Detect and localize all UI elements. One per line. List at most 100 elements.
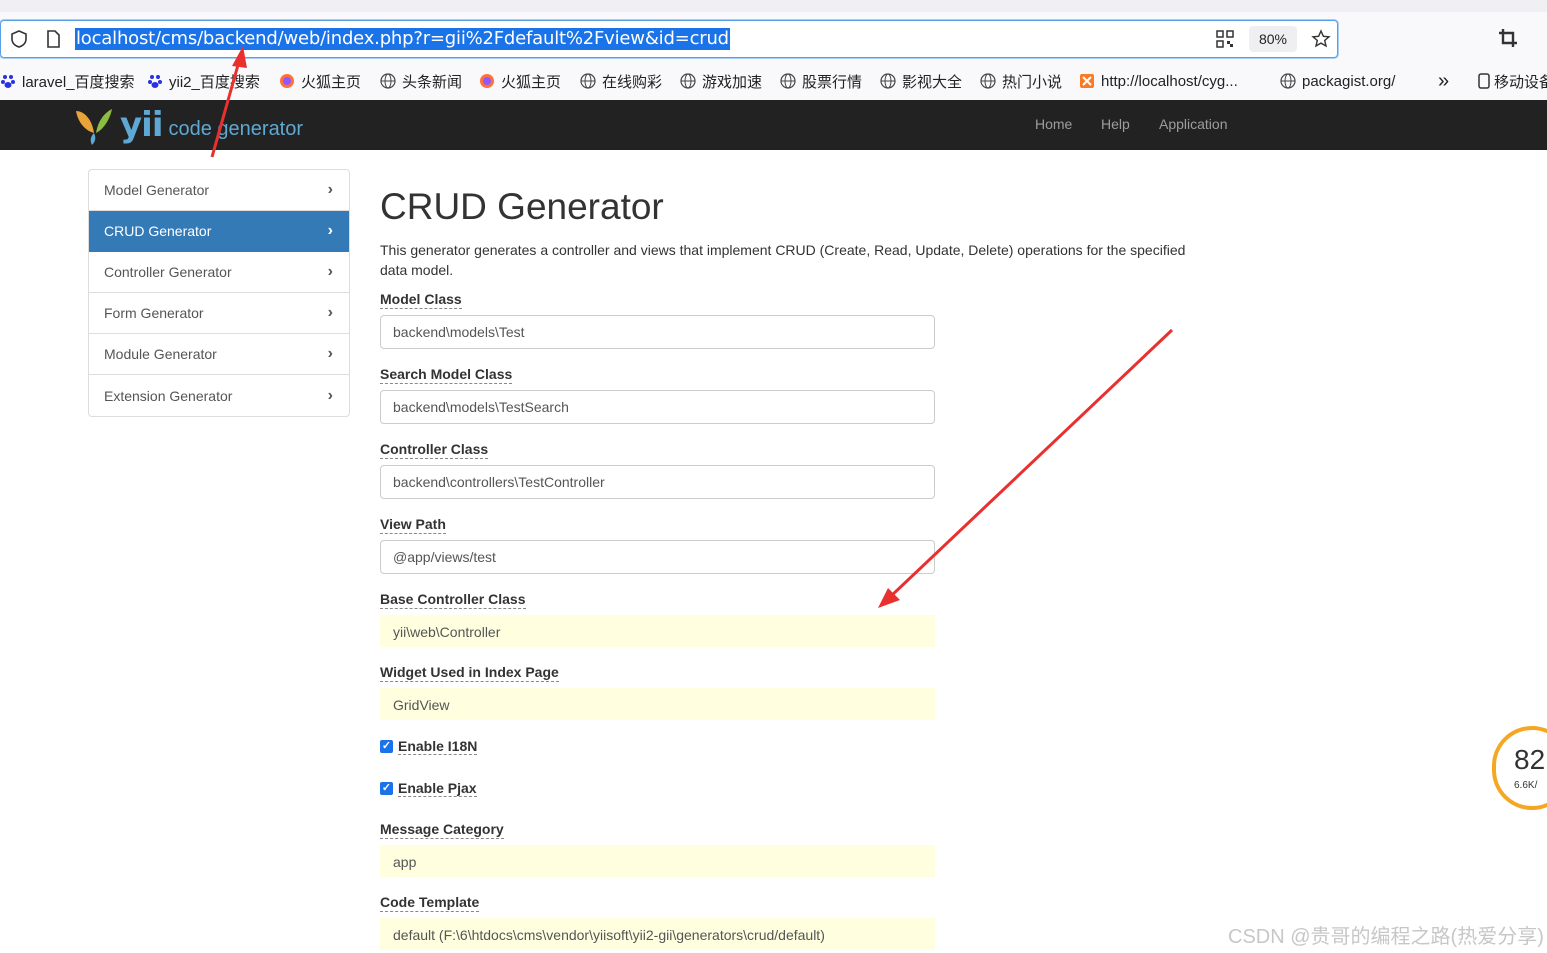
- network-speed-widget[interactable]: 82 6.6K/: [1492, 726, 1547, 810]
- bookmark-label: packagist.org/: [1302, 72, 1396, 90]
- page-title: CRUD Generator: [380, 186, 664, 227]
- sidebar-item-crud-generator[interactable]: CRUD Generator ›: [89, 211, 349, 252]
- view-path-input[interactable]: @app/views/test: [380, 540, 935, 574]
- bookmark-label: laravel_百度搜索: [22, 73, 135, 91]
- enable-pjax-checkbox[interactable]: ✓ Enable Pjax: [380, 780, 477, 797]
- yii-leaf-icon: [76, 109, 112, 145]
- chevron-right-icon: ›: [327, 181, 333, 198]
- sidebar-item-controller-generator[interactable]: Controller Generator ›: [89, 252, 349, 293]
- bookmark-label: 影视大全: [902, 73, 963, 91]
- bookmark-item[interactable]: http://localhost/cyg...: [1079, 70, 1238, 92]
- firefox-icon: [280, 74, 294, 88]
- globe-icon: [580, 73, 596, 89]
- bookmark-item[interactable]: 火狐主页: [479, 70, 561, 92]
- nav-application-link[interactable]: Application: [1159, 116, 1228, 132]
- page-icon: [47, 30, 60, 48]
- base-controller-class-label: Base Controller Class: [380, 591, 526, 609]
- globe-icon: [1280, 73, 1296, 89]
- speed-subtext: 6.6K/: [1514, 780, 1538, 791]
- bookmark-label: http://localhost/cyg...: [1101, 72, 1238, 90]
- bookmark-label: 火狐主页: [301, 73, 362, 91]
- code-template-select[interactable]: default (F:\6\htdocs\cms\vendor\yiisoft\…: [380, 918, 935, 950]
- crop-icon[interactable]: [1498, 28, 1518, 48]
- sidebar-item-extension-generator[interactable]: Extension Generator ›: [89, 375, 349, 416]
- widget-used-label: Widget Used in Index Page: [380, 664, 559, 682]
- sidebar-item-label: Extension Generator: [104, 387, 233, 404]
- qr-code-icon[interactable]: [1215, 29, 1235, 49]
- baidu-icon: [148, 75, 162, 88]
- url-text[interactable]: localhost/cms/backend/web/index.php?r=gi…: [75, 28, 730, 50]
- bookmark-item[interactable]: 热门小说: [980, 70, 1062, 92]
- zoom-level[interactable]: 80%: [1249, 26, 1297, 52]
- sidebar-item-label: Form Generator: [104, 305, 204, 321]
- sidebar-item-label: Model Generator: [104, 182, 210, 198]
- bookmark-item[interactable]: 在线购彩: [580, 70, 662, 92]
- page-description: This generator generates a controller an…: [380, 242, 1186, 278]
- checkmark-icon[interactable]: ✓: [380, 782, 393, 795]
- bookmark-label: 火狐主页: [501, 73, 562, 91]
- chevron-right-icon: ›: [327, 222, 333, 239]
- search-model-class-label: Search Model Class: [380, 366, 513, 384]
- nav-home-link[interactable]: Home: [1035, 116, 1072, 132]
- nav-help-link[interactable]: Help: [1101, 116, 1130, 132]
- checkmark-icon[interactable]: ✓: [380, 740, 393, 753]
- bookmark-item[interactable]: 游戏加速: [680, 70, 762, 92]
- bookmark-label: yii2_百度搜索: [169, 73, 260, 91]
- view-path-label: View Path: [380, 516, 446, 534]
- chevron-right-icon: ›: [327, 263, 333, 280]
- base-controller-class-input[interactable]: yii\web\Controller: [380, 615, 935, 647]
- sidebar-item-form-generator[interactable]: Form Generator ›: [89, 293, 349, 334]
- bookmark-item[interactable]: 火狐主页: [279, 70, 361, 92]
- code-template-label: Code Template: [380, 894, 480, 912]
- enable-pjax-label: Enable Pjax: [398, 780, 477, 797]
- mobile-bookmarks[interactable]: 移动设备: [1476, 70, 1547, 92]
- logo-subtitle: code generator: [168, 117, 304, 140]
- yii-logo[interactable]: yii code generator: [74, 104, 303, 146]
- enable-i18n-checkbox[interactable]: ✓ Enable I18N: [380, 738, 478, 755]
- globe-icon: [880, 73, 896, 89]
- search-model-class-input[interactable]: backend\models\TestSearch: [380, 390, 935, 424]
- bookmark-item[interactable]: 影视大全: [880, 70, 962, 92]
- widget-used-input[interactable]: GridView: [380, 688, 935, 720]
- bookmarks-bar: laravel_百度搜索 yii2_百度搜索 火狐主页 头条新闻 火狐主页 在线…: [0, 66, 1547, 96]
- globe-icon: [380, 73, 396, 89]
- more-bookmarks-button[interactable]: »: [1438, 70, 1449, 92]
- bookmark-item[interactable]: laravel_百度搜索: [0, 70, 135, 92]
- message-category-label: Message Category: [380, 821, 504, 839]
- model-class-input[interactable]: backend\models\Test: [380, 315, 935, 349]
- star-icon[interactable]: [1311, 29, 1331, 49]
- bookmark-label: 股票行情: [802, 73, 863, 91]
- globe-icon: [980, 73, 996, 89]
- globe-icon: [680, 73, 696, 89]
- xampp-icon: [1080, 74, 1094, 88]
- globe-icon: [780, 73, 796, 89]
- bookmark-item[interactable]: 股票行情: [780, 70, 862, 92]
- address-bar[interactable]: localhost/cms/backend/web/index.php?r=gi…: [0, 20, 1338, 58]
- sidebar-item-label: Controller Generator: [104, 264, 232, 280]
- tab-strip: [0, 0, 1547, 12]
- bookmark-label: 游戏加速: [702, 73, 763, 91]
- bookmark-item[interactable]: 头条新闻: [380, 70, 462, 92]
- chevron-right-icon: ›: [327, 386, 333, 404]
- message-category-input[interactable]: app: [380, 845, 935, 877]
- bookmark-item[interactable]: yii2_百度搜索: [147, 70, 260, 92]
- chevron-right-icon: ›: [327, 304, 333, 321]
- generator-sidebar: Model Generator › CRUD Generator › Control…: [88, 169, 350, 417]
- sidebar-item-label: CRUD Generator: [104, 223, 212, 239]
- csdn-watermark: CSDN @贵哥的编程之路(热爱分享): [1228, 926, 1544, 948]
- model-class-label: Model Class: [380, 291, 462, 309]
- browser-chrome: localhost/cms/backend/web/index.php?r=gi…: [0, 0, 1547, 100]
- sidebar-item-label: Module Generator: [104, 346, 217, 362]
- top-navbar: yii code generator Home Help Application: [0, 100, 1547, 150]
- bookmark-label: 头条新闻: [402, 73, 463, 91]
- logo-text: yii: [120, 105, 163, 145]
- speed-value: 82: [1514, 744, 1546, 775]
- bookmark-label: 热门小说: [1002, 73, 1063, 91]
- bookmark-item[interactable]: packagist.org/: [1280, 70, 1395, 92]
- bookmark-label: 移动设备: [1494, 73, 1547, 91]
- shield-icon[interactable]: [9, 29, 29, 49]
- sidebar-item-module-generator[interactable]: Module Generator ›: [89, 334, 349, 375]
- sidebar-item-model-generator[interactable]: Model Generator ›: [89, 170, 349, 211]
- bookmark-label: 在线购彩: [602, 73, 663, 91]
- controller-class-input[interactable]: backend\controllers\TestController: [380, 465, 935, 499]
